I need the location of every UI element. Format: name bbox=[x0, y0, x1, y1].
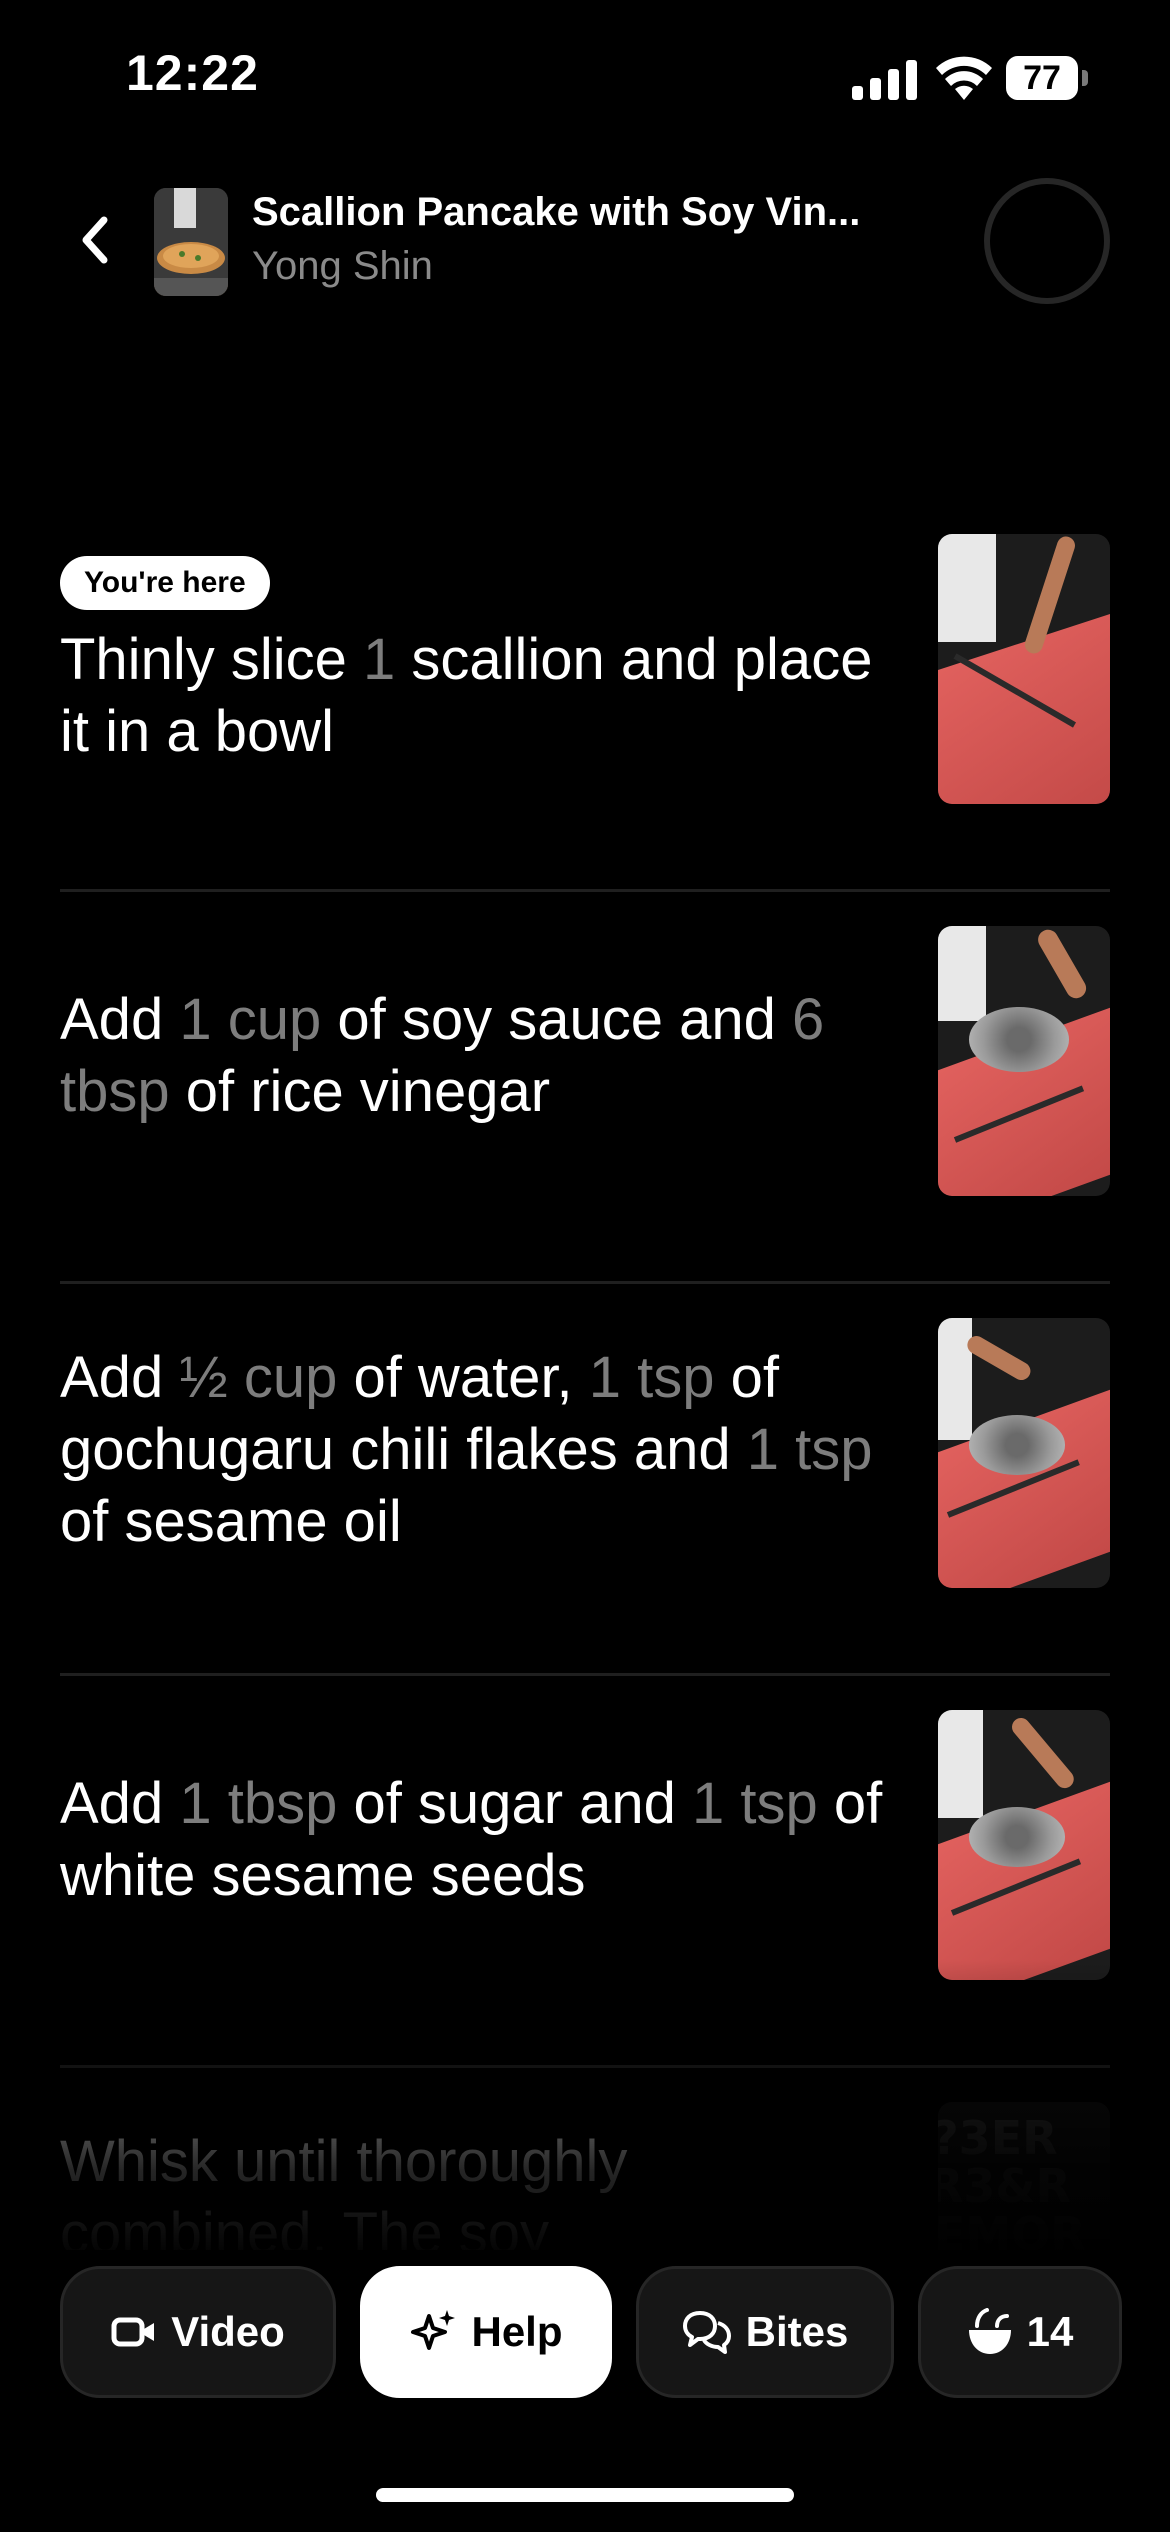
step-quantity: 1 bbox=[362, 627, 396, 692]
step-text-fragment: of sesame oil bbox=[60, 1489, 402, 1554]
battery-level: 77 bbox=[1006, 56, 1078, 100]
recipe-author[interactable]: Yong Shin bbox=[252, 244, 433, 289]
bowl-icon bbox=[968, 2308, 1011, 2354]
bottom-toolbar: Video Help Bites 14 bbox=[0, 2266, 1170, 2398]
step-text-fragment: of water, bbox=[337, 1345, 589, 1410]
sparkles-icon bbox=[411, 2310, 456, 2350]
recipe-header: Scallion Pancake with Soy Vin... Yong Sh… bbox=[0, 170, 1170, 310]
step-text-fragment: Add bbox=[60, 987, 180, 1052]
step-thumbnail[interactable] bbox=[938, 534, 1110, 804]
step-item[interactable]: Add 1 cup of soy sauce and 6 tbsp of ric… bbox=[0, 892, 1170, 1284]
recipe-title: Scallion Pancake with Soy Vin... bbox=[252, 190, 861, 234]
step-text: Thinly slice 1 scallion and place it in … bbox=[60, 624, 890, 768]
step-thumbnail[interactable] bbox=[938, 1710, 1110, 1980]
step-quantity: 1 tsp bbox=[588, 1345, 715, 1410]
help-button[interactable]: Help bbox=[360, 2266, 612, 2398]
cellular-signal-icon bbox=[852, 60, 917, 100]
video-camera-icon bbox=[111, 2317, 155, 2347]
bites-label: Bites bbox=[745, 2308, 849, 2355]
step-text: Add ½ cup of water, 1 tsp of gochugaru c… bbox=[60, 1342, 890, 1558]
step-text: Add 1 tbsp of sugar and 1 tsp of white s… bbox=[60, 1768, 890, 1912]
step-text-fragment: of sugar and bbox=[337, 1771, 693, 1836]
step-quantity: ½ cup bbox=[179, 1345, 338, 1410]
step-text-fragment: Thinly slice bbox=[60, 627, 363, 692]
step-text: Add 1 cup of soy sauce and 6 tbsp of ric… bbox=[60, 984, 890, 1128]
step-item[interactable]: You're here Thinly slice 1 scallion and … bbox=[0, 500, 1170, 892]
video-label: Video bbox=[171, 2308, 285, 2355]
servings-button[interactable]: 14 bbox=[918, 2266, 1122, 2398]
step-text-fragment: of soy sauce and bbox=[321, 987, 792, 1052]
status-bar: 12:22 77 bbox=[0, 0, 1170, 150]
progress-ring[interactable] bbox=[984, 178, 1110, 304]
back-chevron-icon[interactable] bbox=[70, 210, 122, 270]
scroll-fade bbox=[0, 1960, 1170, 2260]
status-time: 12:22 bbox=[126, 45, 259, 101]
step-quantity: 1 tsp bbox=[746, 1417, 873, 1482]
home-indicator[interactable] bbox=[376, 2488, 794, 2502]
step-quantity: 1 tsp bbox=[692, 1771, 818, 1836]
step-text-fragment: of rice vinegar bbox=[169, 1059, 551, 1124]
servings-count: 14 bbox=[1026, 2308, 1074, 2355]
step-text-fragment: Add bbox=[60, 1345, 180, 1410]
step-item[interactable]: Add ½ cup of water, 1 tsp of gochugaru c… bbox=[0, 1284, 1170, 1676]
current-step-badge: You're here bbox=[60, 556, 270, 610]
video-button[interactable]: Video bbox=[60, 2266, 336, 2398]
chat-bubbles-icon bbox=[682, 2311, 731, 2354]
step-thumbnail[interactable] bbox=[938, 926, 1110, 1196]
step-thumbnail[interactable] bbox=[938, 1318, 1110, 1588]
bites-button[interactable]: Bites bbox=[636, 2266, 894, 2398]
help-label: Help bbox=[471, 2308, 563, 2355]
step-quantity: 1 tbsp bbox=[179, 1771, 338, 1836]
recipe-thumbnail[interactable] bbox=[154, 188, 228, 296]
wifi-icon bbox=[936, 56, 992, 100]
battery-icon: 77 bbox=[1006, 56, 1088, 100]
step-text-fragment: Add bbox=[60, 1771, 180, 1836]
step-quantity: 1 cup bbox=[179, 987, 322, 1052]
